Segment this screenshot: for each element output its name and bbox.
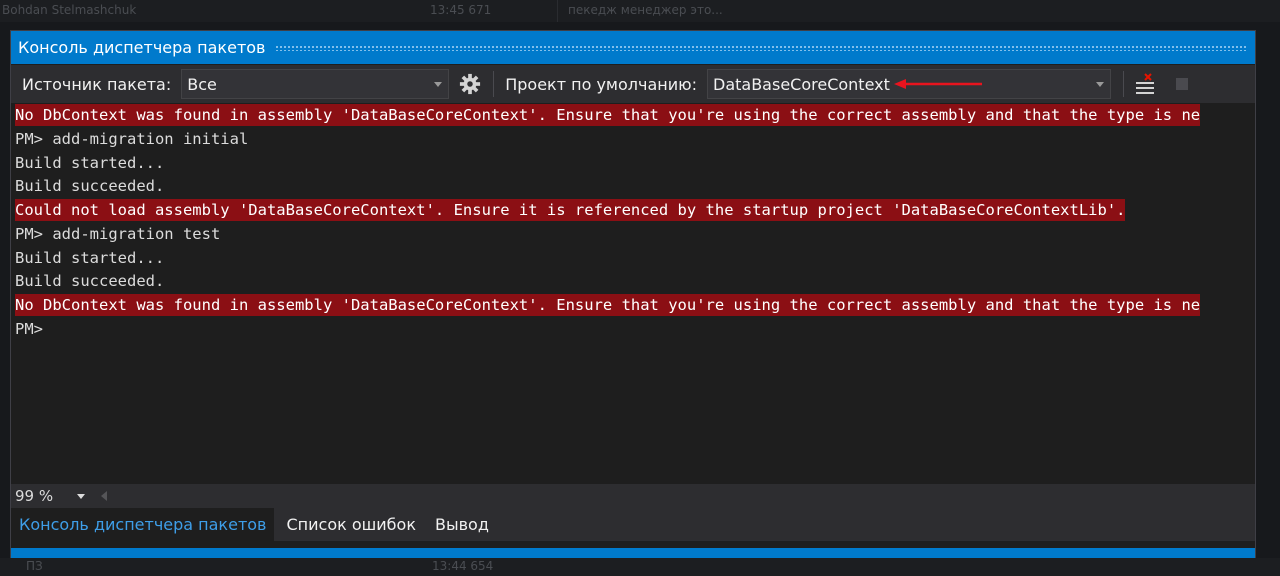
background-sender-name: Bohdan Stelmashchuk <box>2 3 137 17</box>
zoom-dropdown[interactable]: 99 % <box>11 487 85 505</box>
zoom-value: 99 % <box>15 487 54 505</box>
package-source-label: Источник пакета: <box>22 74 172 94</box>
default-project-label: Проект по умолчанию: <box>505 74 697 94</box>
titlebar-grip <box>275 44 1247 51</box>
background-chat-header: Bohdan Stelmashchuk 13:45 671 пекедж мен… <box>0 0 1280 22</box>
console-line: PM> add-migration initial <box>15 130 249 148</box>
console-line: Build started... <box>15 154 165 172</box>
background-preview-text: пекедж менеджер это... <box>568 3 723 17</box>
stop-icon[interactable] <box>1176 78 1188 90</box>
background-divider <box>557 0 558 22</box>
console-output[interactable]: No DbContext was found in assembly 'Data… <box>11 103 1255 485</box>
console-error-line: No DbContext was found in assembly 'Data… <box>15 294 1201 316</box>
scroll-left-icon[interactable] <box>101 491 107 501</box>
console-line: Build started... <box>15 249 165 267</box>
window-titlebar[interactable]: Консоль диспетчера пакетов <box>11 31 1255 64</box>
chevron-down-icon <box>434 82 443 87</box>
chevron-down-icon <box>77 494 85 499</box>
console-error-line: Could not load assembly 'DataBaseCoreCon… <box>15 199 1126 221</box>
package-manager-console-window: Консоль диспетчера пакетов Источник паке… <box>10 30 1256 560</box>
annotation-arrow-icon <box>894 79 982 89</box>
console-line: PM> add-migration test <box>15 225 221 243</box>
gear-icon[interactable] <box>459 73 481 95</box>
console-toolbar: Источник пакета: Все Проект по умолчанию… <box>11 65 1255 103</box>
background-timestamp: 13:44 654 <box>432 559 494 573</box>
console-error-line: No DbContext was found in assembly 'Data… <box>15 104 1201 126</box>
console-line: PM> <box>15 320 43 338</box>
console-line: Build succeeded. <box>15 272 165 290</box>
package-source-dropdown[interactable]: Все <box>181 69 450 99</box>
tab-error-list[interactable]: Список ошибок <box>274 508 426 541</box>
background-author: ПЗ <box>26 559 43 573</box>
package-source-value: Все <box>187 74 217 94</box>
console-statusbar: 99 % <box>11 484 1255 508</box>
default-project-value: DataBaseCoreContext <box>713 74 890 94</box>
background-timestamp: 13:45 671 <box>430 3 492 17</box>
chevron-down-icon <box>1096 82 1104 87</box>
tool-window-tabs: Консоль диспетчера пакетов Список ошибок… <box>11 508 1255 541</box>
default-project-dropdown[interactable]: DataBaseCoreContext <box>707 69 1111 99</box>
clear-console-icon[interactable] <box>1134 73 1156 95</box>
toolbar-separator <box>1123 71 1124 97</box>
tab-package-manager-console[interactable]: Консоль диспетчера пакетов <box>11 508 275 541</box>
console-line: Build succeeded. <box>15 177 165 195</box>
background-chat-footer: ПЗ 13:44 654 <box>0 558 1280 576</box>
tab-output[interactable]: Вывод <box>426 508 499 541</box>
toolbar-separator <box>493 71 495 97</box>
window-title: Консоль диспетчера пакетов <box>18 38 266 57</box>
